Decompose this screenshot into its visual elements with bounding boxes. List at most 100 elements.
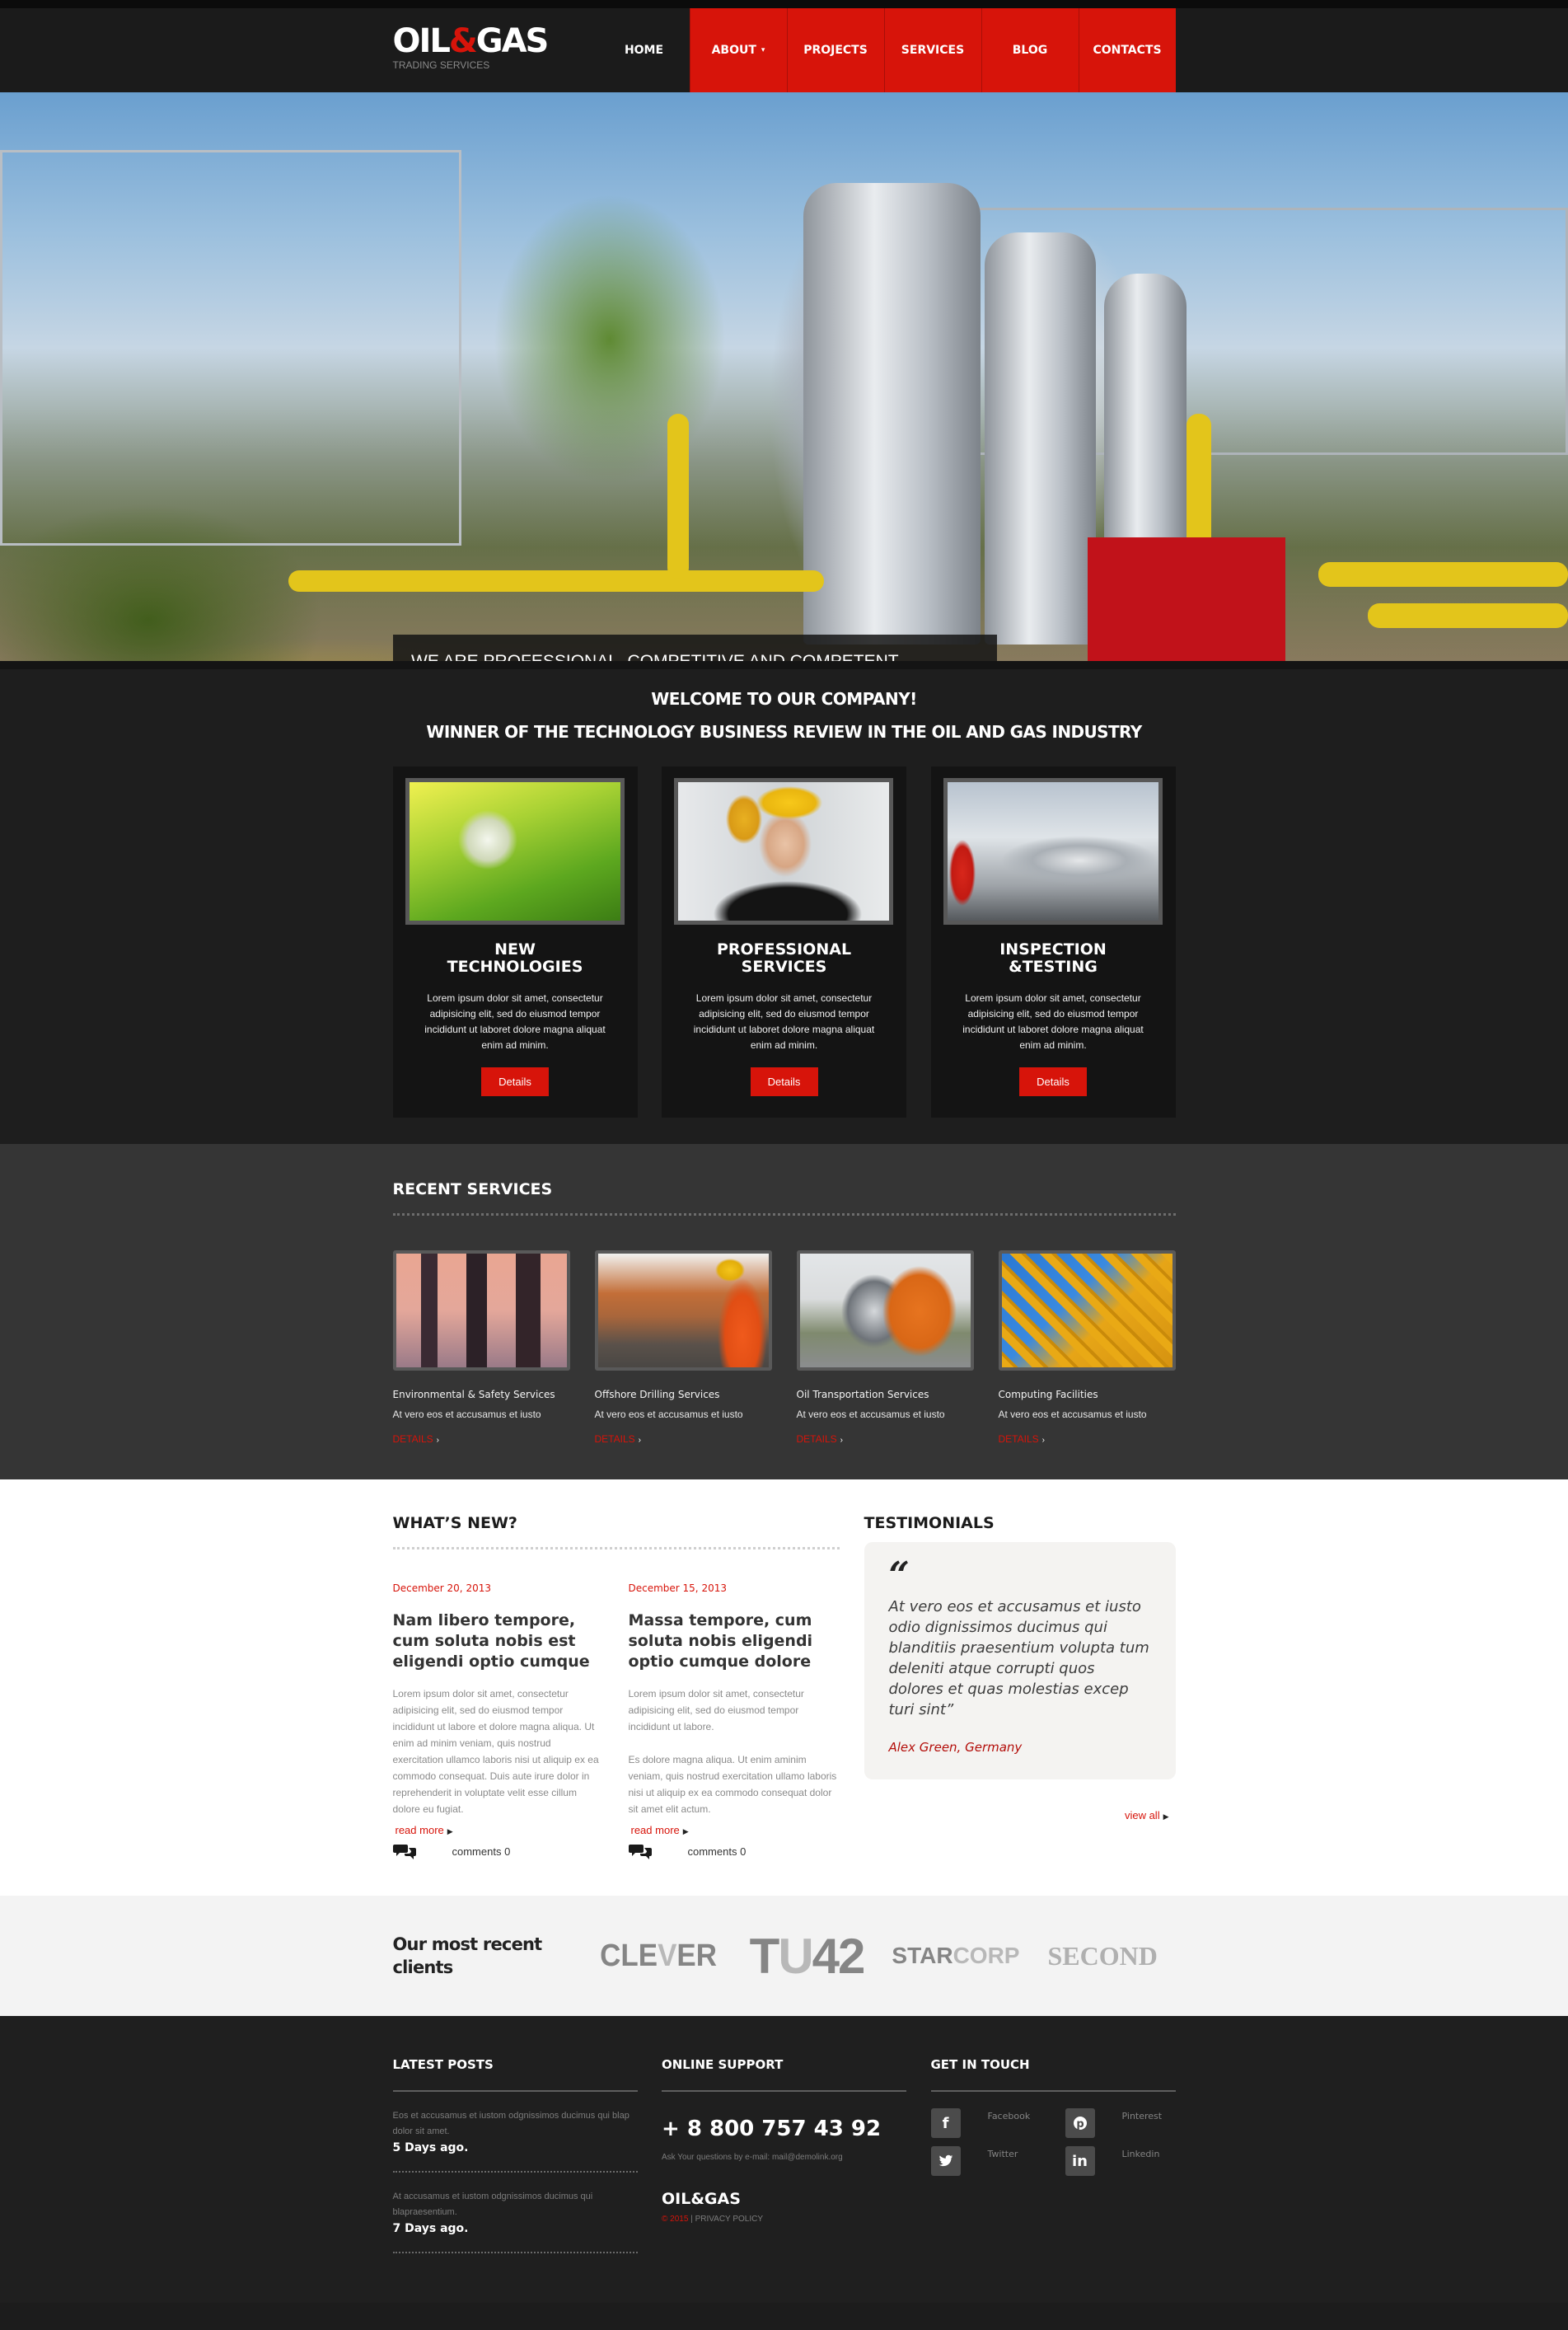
service-title: Computing Facilities (998, 1389, 1098, 1400)
welcome-title: WELCOME TO OUR COMPANY! (651, 689, 917, 709)
client-logo-tu42[interactable]: TU42 (750, 1928, 866, 1985)
clients-section: Our most recent clients CLEVER TU42 STAR… (0, 1896, 1568, 2016)
client-logo-second[interactable]: SECOND (1047, 1941, 1157, 1971)
footer-title: GET IN TOUCH (930, 2057, 1030, 2072)
client-logo-starcorp[interactable]: STARCORP (892, 1943, 1019, 1969)
read-more-link[interactable]: read more ▶ (393, 1824, 453, 1836)
client-logos: CLEVER TU42 STARCORP SECOND (595, 1928, 1158, 1985)
footer-post-time: 5 Days ago. (392, 2141, 469, 2154)
details-button[interactable]: Details (1019, 1067, 1087, 1096)
nav-blog[interactable]: BLOG (981, 8, 1079, 92)
comments-count[interactable]: comments 0 (392, 1843, 604, 1859)
chevron-right-icon: › (436, 1436, 439, 1445)
whats-new: WHAT’S NEW? December 20, 2013 Nam libero… (392, 1514, 840, 1859)
post-date: December 15, 2013 (628, 1582, 727, 1594)
linkedin-icon: in (1065, 2146, 1095, 2176)
caret-right-icon: ▶ (1163, 1812, 1169, 1821)
post-title[interactable]: Massa tempore, cum soluta nobis eligendi… (629, 1610, 840, 1672)
whats-new-title: WHAT’S NEW? (392, 1514, 517, 1532)
service-text: At vero eos et accusamus et iusto (594, 1409, 743, 1420)
feature-card: PROFESSIONAL SERVICES Lorem ipsum dolor s… (662, 767, 906, 1118)
support-email-text[interactable]: Ask Your questions by e-mail: mail@demol… (662, 2153, 906, 2162)
feature-title: NEW TECHNOLOGIES (447, 940, 583, 976)
support-phone[interactable]: + 8 800 757 43 92 (662, 2117, 906, 2141)
news-posts: December 20, 2013 Nam libero tempore, cu… (392, 1582, 840, 1859)
testimonial-author: Alex Green, Germany (888, 1740, 1023, 1755)
service-details-link[interactable]: DETAILS › (595, 1433, 641, 1445)
service-details-link[interactable]: DETAILS › (393, 1433, 439, 1445)
welcome-subtitle: WINNER OF THE TECHNOLOGY BUSINESS REVIEW… (426, 722, 1142, 742)
social-links: f Facebook p Pinterest Twitter in Linked… (930, 2108, 1176, 2176)
privacy-policy-link[interactable]: PRIVACY POLICY (695, 2215, 763, 2224)
footer-post[interactable]: At accusamus et iustom odgnissimos ducim… (392, 2173, 638, 2253)
hero-tank-graphic (985, 232, 1096, 645)
service-text: At vero eos et accusamus et iusto (998, 1409, 1147, 1420)
refinery-towers-image[interactable] (392, 1250, 570, 1371)
footer-online-support: ONLINE SUPPORT + 8 800 757 43 92 Ask You… (662, 2057, 906, 2253)
nav-contacts[interactable]: CONTACTS (1078, 8, 1176, 92)
social-twitter[interactable]: Twitter (930, 2146, 1065, 2176)
service-item: Oil Transportation Services At vero eos … (796, 1250, 974, 1446)
clients-title: Our most recent clients (392, 1934, 543, 1977)
details-button[interactable]: Details (750, 1067, 818, 1096)
footer-post[interactable]: Eos et accusamus et iustom odgnissimos d… (392, 2092, 638, 2173)
news-post: December 20, 2013 Nam libero tempore, cu… (392, 1582, 604, 1859)
details-button[interactable]: Details (481, 1067, 549, 1096)
comments-count[interactable]: comments 0 (628, 1843, 840, 1859)
read-more-link[interactable]: read more ▶ (629, 1824, 689, 1836)
quote-icon: “ (888, 1554, 910, 1596)
feature-cards: NEW TECHNOLOGIES Lorem ipsum dolor sit am… (392, 767, 1176, 1118)
post-title[interactable]: Nam libero tempore, cum soluta nobis est… (393, 1610, 604, 1672)
news-testimonials-section: WHAT’S NEW? December 20, 2013 Nam libero… (0, 1479, 1568, 1896)
hero-caption: We are professional, competitive and com… (393, 635, 997, 661)
nav-services[interactable]: SERVICES (883, 8, 981, 92)
yellow-crane-image[interactable] (998, 1250, 1176, 1371)
chevron-down-icon: ▾ (761, 46, 765, 54)
chevron-right-icon: › (840, 1436, 843, 1445)
service-text: At vero eos et accusamus et iusto (796, 1409, 945, 1420)
service-details-link[interactable]: DETAILS › (999, 1433, 1045, 1445)
top-strip (0, 0, 1568, 8)
service-item: Computing Facilities At vero eos et accu… (998, 1250, 1176, 1446)
news-post: December 15, 2013 Massa tempore, cum sol… (628, 1582, 840, 1859)
service-title: Environmental & Safety Services (392, 1389, 555, 1400)
post-body: Lorem ipsum dolor sit amet, consectetur … (392, 1688, 599, 1815)
svg-text:p: p (1076, 2118, 1084, 2131)
feature-description: Lorem ipsum dolor sit amet, consectetur … (424, 992, 606, 1051)
recent-services-section: RECENT SERVICES Environmental & Safety S… (0, 1144, 1568, 1479)
footer-title: LATEST POSTS (392, 2057, 494, 2072)
welcome-section: WELCOME TO OUR COMPANY! WINNER OF THE TE… (0, 661, 1568, 1144)
chevron-right-icon: › (638, 1436, 641, 1445)
feature-description: Lorem ipsum dolor sit amet, consectetur … (693, 992, 875, 1051)
client-logo-clever[interactable]: CLEVER (600, 1939, 717, 1974)
view-all-link[interactable]: view all ▶ (864, 1809, 1176, 1821)
testimonials: TESTIMONIALS “ At vero eos et accusamus … (864, 1514, 1176, 1859)
service-details-link[interactable]: DETAILS › (797, 1433, 843, 1445)
footer-divider (930, 2090, 1176, 2092)
nav-projects[interactable]: PROJECTS (786, 8, 884, 92)
hero-pipe-graphic (1318, 562, 1568, 587)
social-pinterest[interactable]: p Pinterest (1065, 2108, 1172, 2138)
nav-about[interactable]: ABOUT ▾ (689, 8, 787, 92)
post-date: December 20, 2013 (392, 1582, 491, 1594)
footer-divider (662, 2090, 906, 2092)
nav-home[interactable]: HOME (599, 8, 690, 92)
orange-tanker-image[interactable] (796, 1250, 974, 1371)
social-facebook[interactable]: f Facebook (930, 2108, 1065, 2138)
logo-title: OIL&GAS (392, 22, 550, 60)
caret-right-icon: ▶ (682, 1827, 689, 1835)
service-title: Oil Transportation Services (796, 1389, 929, 1400)
footer-logo[interactable]: OIL&GAS (662, 2190, 906, 2208)
service-text: At vero eos et accusamus et iusto (392, 1409, 541, 1420)
testimonial-text: At vero eos et accusamus et iusto odio d… (888, 1598, 1149, 1718)
footer-get-in-touch: GET IN TOUCH f Facebook p Pinterest Twit… (930, 2057, 1176, 2253)
footer-post-text: Eos et accusamus et iustom odgnissimos d… (392, 2111, 630, 2136)
social-linkedin[interactable]: in Linkedin (1065, 2146, 1172, 2176)
twitter-icon (930, 2146, 961, 2176)
tanker-truck-image (943, 778, 1163, 925)
feature-title: PROFESSIONAL SERVICES (716, 940, 852, 976)
site-logo[interactable]: OIL&GAS TRADING SERVICES (393, 8, 599, 92)
footer-post-text: At accusamus et iustom odgnissimos ducim… (392, 2192, 593, 2217)
engineer-orange-vest-image[interactable] (594, 1250, 772, 1371)
comments-icon (392, 1845, 416, 1859)
